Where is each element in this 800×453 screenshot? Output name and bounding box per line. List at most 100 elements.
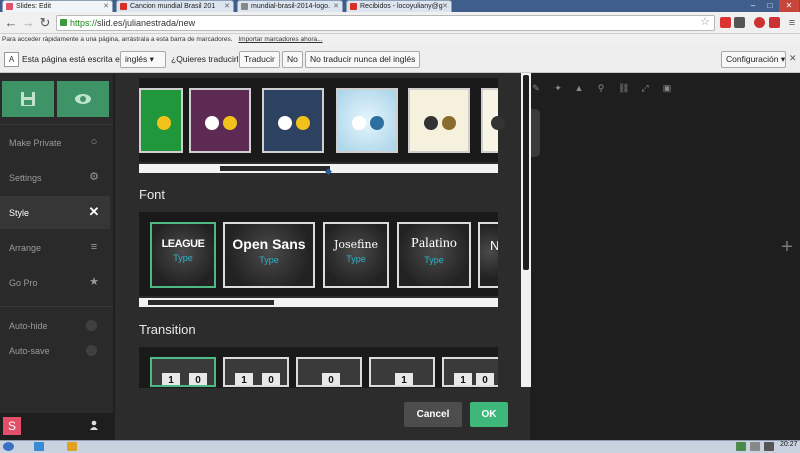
language-select[interactable]: inglés ▾ [120, 51, 166, 68]
theme-swatch[interactable] [336, 88, 398, 153]
font-option-palatino[interactable]: Palatino Type [397, 222, 471, 288]
transition-digit: 0 [322, 373, 340, 385]
sidebar-item-make-private[interactable]: Make Private ○ [0, 126, 110, 159]
canvas-handle[interactable] [531, 109, 540, 157]
bookmark-star-icon[interactable]: ☆ [700, 15, 710, 29]
never-translate-button[interactable]: No traducir nunca del inglés [305, 51, 421, 68]
sidebar-item-settings[interactable]: Settings ⚙ [0, 161, 110, 194]
menu-icon[interactable]: ≡ [784, 15, 800, 31]
font-option-open-sans[interactable]: Open Sans Type [223, 222, 315, 288]
start-icon[interactable] [3, 442, 14, 451]
font-option-next[interactable]: N [478, 222, 498, 288]
transition-option[interactable]: 1 [369, 357, 435, 387]
import-bookmarks-link[interactable]: Importar marcadores ahora... [238, 36, 322, 43]
taskbar-app-icon[interactable] [67, 442, 77, 451]
tab-title: Cancion mundial Brasil 201 [130, 3, 216, 10]
back-arrow-icon[interactable]: ← [3, 15, 19, 31]
theme-swatch[interactable] [139, 88, 183, 153]
toggle-switch[interactable] [86, 320, 97, 331]
theme-swatch[interactable] [481, 88, 505, 153]
tab-mundial-logo[interactable]: mundial-brasil-2014-logo. ✕ [237, 0, 343, 12]
translate-button[interactable]: Traducir [239, 51, 280, 68]
close-icon[interactable]: ✕ [442, 2, 448, 10]
preview-button[interactable] [57, 81, 109, 117]
youtube-favicon-icon [120, 3, 127, 10]
chain-icon[interactable]: ⛓ [618, 83, 629, 93]
font-scroll-thumb[interactable] [148, 300, 274, 305]
sidebar-divider [0, 306, 113, 307]
close-icon[interactable]: ✕ [224, 2, 230, 10]
resize-icon[interactable]: ⤢ [640, 83, 650, 93]
cancel-button[interactable]: Cancel [404, 402, 462, 427]
star-icon: ★ [89, 276, 99, 288]
shape-icon[interactable]: ▲ [574, 83, 584, 93]
settings-label: Configuración [726, 54, 779, 64]
save-button[interactable] [2, 81, 54, 117]
font-option-josefine[interactable]: Josefine Type [323, 222, 389, 288]
font-name: Palatino [411, 236, 457, 251]
close-icon[interactable]: ✕ [333, 2, 339, 10]
tray-icon[interactable] [764, 442, 774, 451]
extension-icon[interactable] [734, 17, 745, 28]
transition-option[interactable]: 1 0 [150, 357, 216, 387]
theme-swatch[interactable] [189, 88, 251, 153]
theme-swatch[interactable] [262, 88, 324, 153]
font-option-league[interactable]: LEAGUE Type [150, 222, 216, 288]
toggle-switch[interactable] [86, 345, 97, 356]
sidebar-item-label: Arrange [9, 243, 42, 253]
reload-icon[interactable]: ↻ [37, 15, 53, 31]
transition-option[interactable]: 1 0 [223, 357, 289, 387]
sidebar-item-go-pro[interactable]: Go Pro ★ [0, 266, 110, 299]
font-sample: Type [259, 255, 279, 265]
transition-option[interactable]: 1 0 [442, 357, 498, 387]
slide-canvas[interactable] [531, 73, 800, 440]
taskbar-app-icon[interactable] [34, 442, 44, 451]
translate-settings-button[interactable]: Configuración ▾ [721, 51, 786, 68]
sidebar-item-arrange[interactable]: Arrange ≡ [0, 231, 110, 264]
extension-icon[interactable] [754, 17, 765, 28]
forward-arrow-icon[interactable]: → [20, 15, 36, 31]
page-favicon-icon [241, 3, 248, 10]
transition-digit: 0 [189, 373, 207, 385]
theme-scroll-thumb[interactable] [220, 166, 330, 171]
ok-button[interactable]: OK [470, 402, 508, 427]
close-icon[interactable]: ✕ [88, 205, 100, 218]
transition-option[interactable]: 0 [296, 357, 362, 387]
translate-message: Esta página está escrita en [22, 54, 125, 64]
theme-dot [223, 116, 237, 130]
layers-icon: ≡ [90, 241, 98, 253]
no-button[interactable]: No [282, 51, 303, 68]
maximize-button[interactable]: □ [762, 0, 778, 12]
minimize-button[interactable]: – [745, 0, 761, 12]
toggle-label: Auto-save [9, 346, 50, 356]
slides-logo[interactable]: S [3, 417, 21, 435]
gear-icon: ⚙ [89, 171, 99, 183]
link-icon[interactable]: ⚲ [596, 83, 606, 93]
translate-icon: A [4, 52, 19, 67]
extension-icon[interactable] [720, 17, 731, 28]
add-slide-icon[interactable]: + [779, 237, 795, 257]
tray-icon[interactable] [750, 442, 760, 451]
image-icon[interactable]: ▣ [662, 83, 672, 93]
tray-icon[interactable] [736, 442, 746, 451]
pencil-icon[interactable]: ✎ [531, 83, 541, 93]
theme-swatch[interactable] [408, 88, 470, 153]
close-icon[interactable]: ✕ [103, 2, 109, 10]
close-window-button[interactable]: ✕ [779, 0, 799, 12]
language-value: inglés [125, 54, 148, 64]
extension-icon[interactable] [769, 17, 780, 28]
user-icon[interactable] [88, 420, 100, 432]
sidebar-item-style[interactable]: Style ✕ [0, 196, 110, 229]
font-name: Open Sans [232, 236, 306, 252]
auto-save-toggle[interactable]: Auto-save [0, 334, 110, 367]
tab-gmail[interactable]: Recibidos - locoyuliany@g ✕ [346, 0, 452, 12]
theme-dot [370, 116, 384, 130]
close-icon[interactable]: ✕ [789, 53, 797, 64]
tab-title: Slides: Edit [16, 3, 52, 10]
tab-slides-edit[interactable]: Slides: Edit ✕ [2, 0, 113, 12]
clock: 20:27 [780, 441, 798, 448]
drop-icon[interactable]: ✦ [553, 83, 563, 93]
url-bar[interactable]: https://slid.es/julianestrada/new ☆ [56, 15, 715, 31]
panel-scroll-thumb[interactable] [523, 75, 529, 270]
tab-cancion[interactable]: Cancion mundial Brasil 201 ✕ [116, 0, 234, 12]
